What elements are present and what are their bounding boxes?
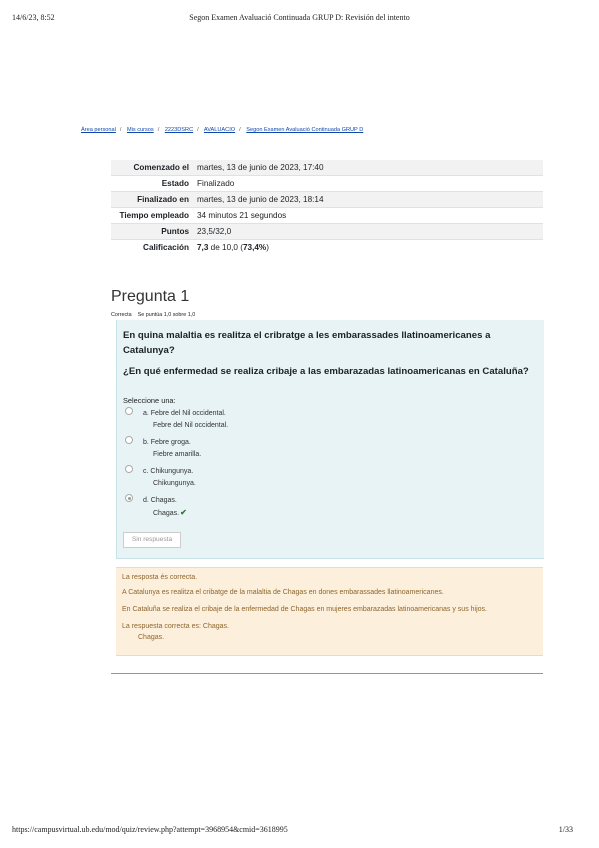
question-formulation: En quina malaltia es realitza el cribrat… bbox=[116, 320, 544, 559]
summary-value: martes, 13 de junio de 2023, 17:40 bbox=[197, 163, 324, 172]
print-title: Segon Examen Avaluació Continuada GRUP D… bbox=[189, 13, 410, 22]
radio-checked-icon[interactable] bbox=[125, 494, 133, 502]
section-divider bbox=[111, 673, 543, 674]
attempt-summary-table: Comenzado el martes, 13 de junio de 2023… bbox=[111, 160, 543, 255]
grade-percent: 73,4% bbox=[242, 243, 267, 252]
summary-label: Tiempo empleado bbox=[119, 211, 189, 220]
summary-label: Calificación bbox=[143, 243, 189, 252]
radio-icon[interactable] bbox=[125, 407, 133, 415]
feedback-catalan: A Catalunya es realitza el cribatge de l… bbox=[122, 589, 444, 596]
radio-icon[interactable] bbox=[125, 436, 133, 444]
summary-label: Finalizado en bbox=[137, 195, 189, 204]
answer-option-d[interactable]: d. Chagas. Chagas.✔ bbox=[125, 494, 187, 520]
feedback-right-answer: La respuesta correcta es: Chagas. bbox=[122, 623, 230, 630]
summary-value: Finalizado bbox=[197, 179, 235, 188]
summary-row-state: Estado Finalizado bbox=[111, 175, 543, 192]
answer-option-b[interactable]: b. Febre groga. Fiebre amarilla. bbox=[125, 436, 201, 461]
summary-row-finished: Finalizado en martes, 13 de junio de 202… bbox=[111, 191, 543, 208]
print-url: https://campusvirtual.ub.edu/mod/quiz/re… bbox=[12, 825, 288, 834]
answer-option-translation: Chikungunya. bbox=[153, 480, 196, 487]
summary-label: Comenzado el bbox=[133, 163, 189, 172]
question-status: Correcta bbox=[111, 312, 132, 318]
summary-row-grade: Calificación 7,3 de 10,0 (73,4%) bbox=[111, 239, 543, 256]
breadcrumb: Área personal / Mis cursos/ 2223DSRC / AVA… bbox=[81, 127, 364, 133]
answer-option-translation: Febre del Nil occidental. bbox=[153, 422, 229, 429]
summary-value: martes, 13 de junio de 2023, 18:14 bbox=[197, 195, 324, 204]
summary-value: 34 minutos 21 segundos bbox=[197, 211, 287, 220]
summary-row-started: Comenzado el martes, 13 de junio de 2023… bbox=[111, 160, 543, 176]
question-text-spanish: ¿En qué enfermedad se realiza cribaje a … bbox=[123, 366, 529, 377]
answer-option-a[interactable]: a. Febre del Nil occidental. Febre del N… bbox=[125, 407, 228, 432]
grade-value: 7,3 bbox=[197, 243, 209, 252]
feedback-spanish: En Cataluña se realiza el cribaje de la … bbox=[122, 606, 487, 613]
answer-option-translation: Chagas. bbox=[153, 510, 180, 517]
breadcrumb-area-personal[interactable]: Área personal bbox=[81, 127, 116, 133]
summary-label: Estado bbox=[161, 179, 189, 188]
breadcrumb-quiz[interactable]: Segon Examen Avaluació Continuada GRUP D bbox=[246, 127, 363, 133]
breadcrumb-course[interactable]: 2223DSRC bbox=[165, 127, 193, 133]
question-heading: Pregunta 1 bbox=[111, 288, 190, 305]
clear-answer-button[interactable]: Sin respuesta bbox=[123, 532, 181, 548]
radio-icon[interactable] bbox=[125, 465, 133, 473]
summary-row-time: Tiempo empleado 34 minutos 21 segundos bbox=[111, 207, 543, 224]
summary-value: 7,3 de 10,0 (73,4%) bbox=[197, 243, 269, 252]
summary-row-points: Puntos 23,5/32,0 bbox=[111, 223, 543, 240]
summary-value: 23,5/32,0 bbox=[197, 227, 232, 236]
feedback-correct: La resposta és correcta. bbox=[122, 574, 198, 581]
question-info: Correcta Se puntúa 1,0 sobre 1,0 bbox=[111, 312, 195, 318]
answer-prompt: Seleccione una: bbox=[123, 396, 176, 405]
breadcrumb-mis-cursos[interactable]: Mis cursos bbox=[127, 127, 154, 133]
print-page-number: 1/33 bbox=[558, 825, 573, 834]
correct-check-icon: ✔ bbox=[180, 508, 187, 517]
summary-label: Puntos bbox=[161, 227, 189, 236]
answer-option-translation: Fiebre amarilla. bbox=[153, 451, 202, 458]
question-points: Se puntúa 1,0 sobre 1,0 bbox=[137, 312, 196, 318]
feedback-right-answer-translation: Chagas. bbox=[138, 634, 165, 641]
breadcrumb-section[interactable]: AVALUACIO bbox=[204, 127, 235, 133]
feedback-box: La resposta és correcta. A Catalunya es … bbox=[116, 567, 543, 656]
answer-option-c[interactable]: c. Chikungunya. Chikungunya. bbox=[125, 465, 196, 490]
question-text-catalan: En quina malaltia es realitza el cribrat… bbox=[123, 330, 491, 356]
